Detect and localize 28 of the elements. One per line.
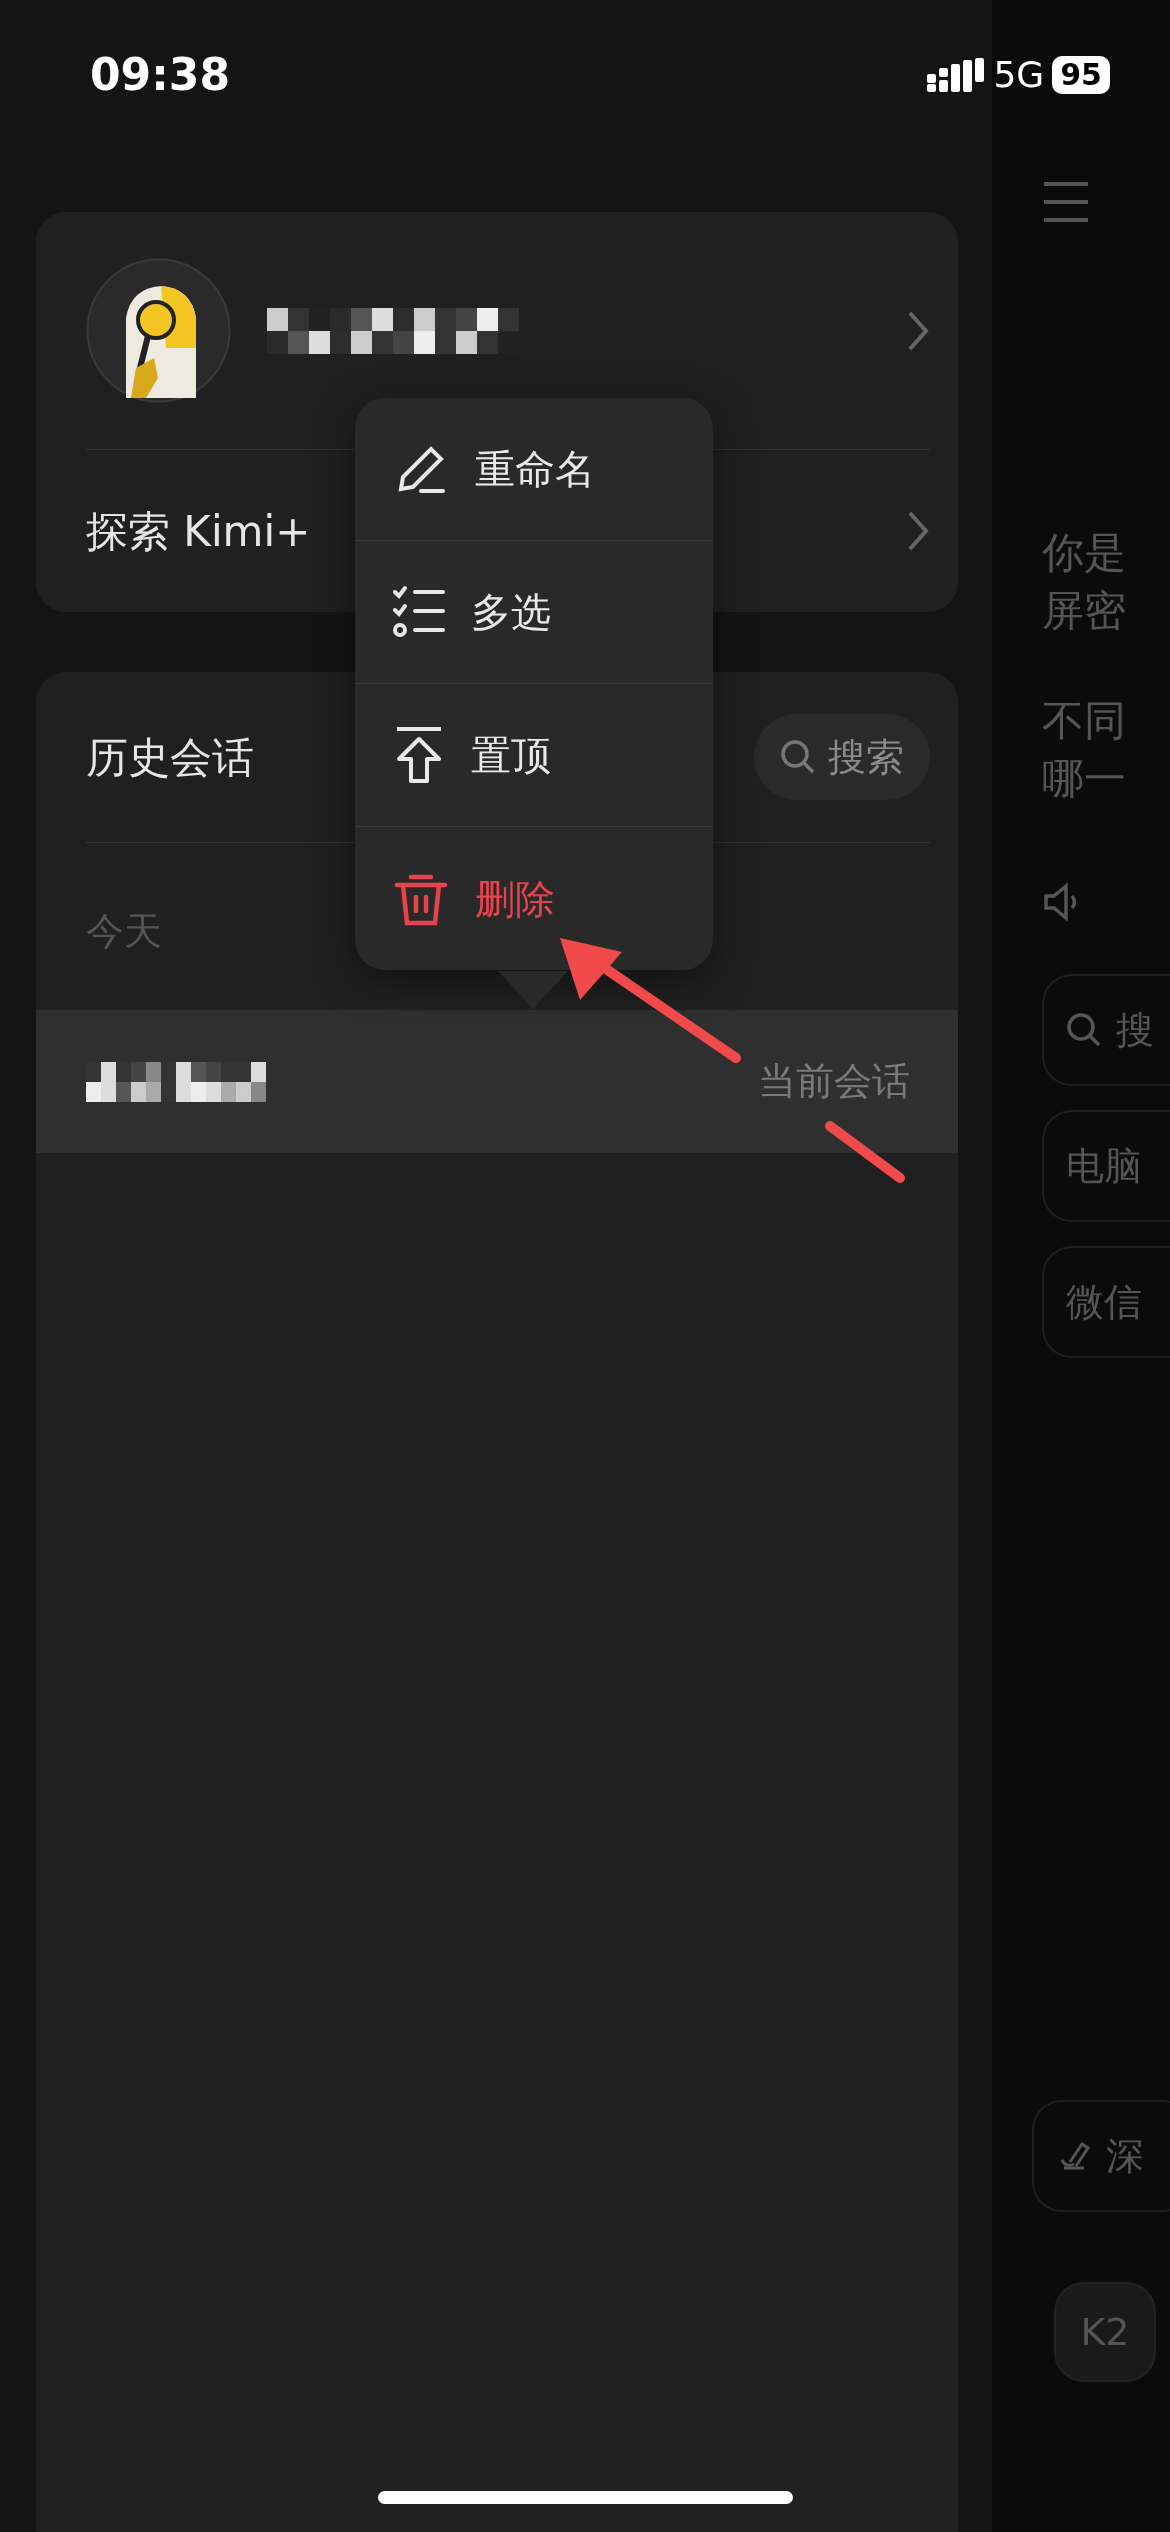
suggestion-chip[interactable]: 电脑 bbox=[1042, 1110, 1170, 1222]
conversation-row[interactable]: 当前会话 bbox=[36, 1010, 958, 1153]
current-session-label: 当前会话 bbox=[758, 1058, 910, 1105]
menu-icon[interactable] bbox=[1042, 180, 1090, 224]
message-text: 你是 bbox=[1042, 527, 1127, 579]
menu-item[interactable]: 删除 bbox=[355, 827, 713, 970]
suggestion-chip[interactable]: 搜 bbox=[1042, 974, 1170, 1086]
signal-icon bbox=[927, 58, 986, 92]
menu-item[interactable]: 置顶 bbox=[355, 684, 713, 827]
search-icon bbox=[1066, 1012, 1102, 1048]
checklist-icon bbox=[393, 584, 445, 640]
mode-chip[interactable]: 深 bbox=[1032, 2100, 1170, 2212]
search-icon bbox=[780, 739, 816, 775]
message-text: 不同 bbox=[1042, 695, 1127, 747]
history-title: 历史会话 bbox=[86, 731, 254, 784]
model-button[interactable]: K2 bbox=[1054, 2282, 1156, 2382]
message-text: 哪一 bbox=[1042, 753, 1127, 805]
network-label: 5G bbox=[993, 53, 1045, 97]
explore-link[interactable]: 探索 Kimi+ bbox=[86, 499, 311, 563]
menu-item[interactable]: 多选 bbox=[355, 541, 713, 684]
menu-item[interactable]: 重命名 bbox=[355, 398, 713, 541]
suggestion-chip[interactable]: 微信 bbox=[1042, 1246, 1170, 1358]
battery-level: 95 bbox=[1052, 56, 1110, 94]
search-button[interactable]: 搜索 bbox=[754, 714, 930, 800]
avatar-icon bbox=[86, 258, 231, 403]
status-time: 09:38 bbox=[90, 48, 231, 102]
message-text: 屏密 bbox=[1042, 585, 1127, 637]
chevron-right-icon[interactable] bbox=[906, 509, 930, 553]
